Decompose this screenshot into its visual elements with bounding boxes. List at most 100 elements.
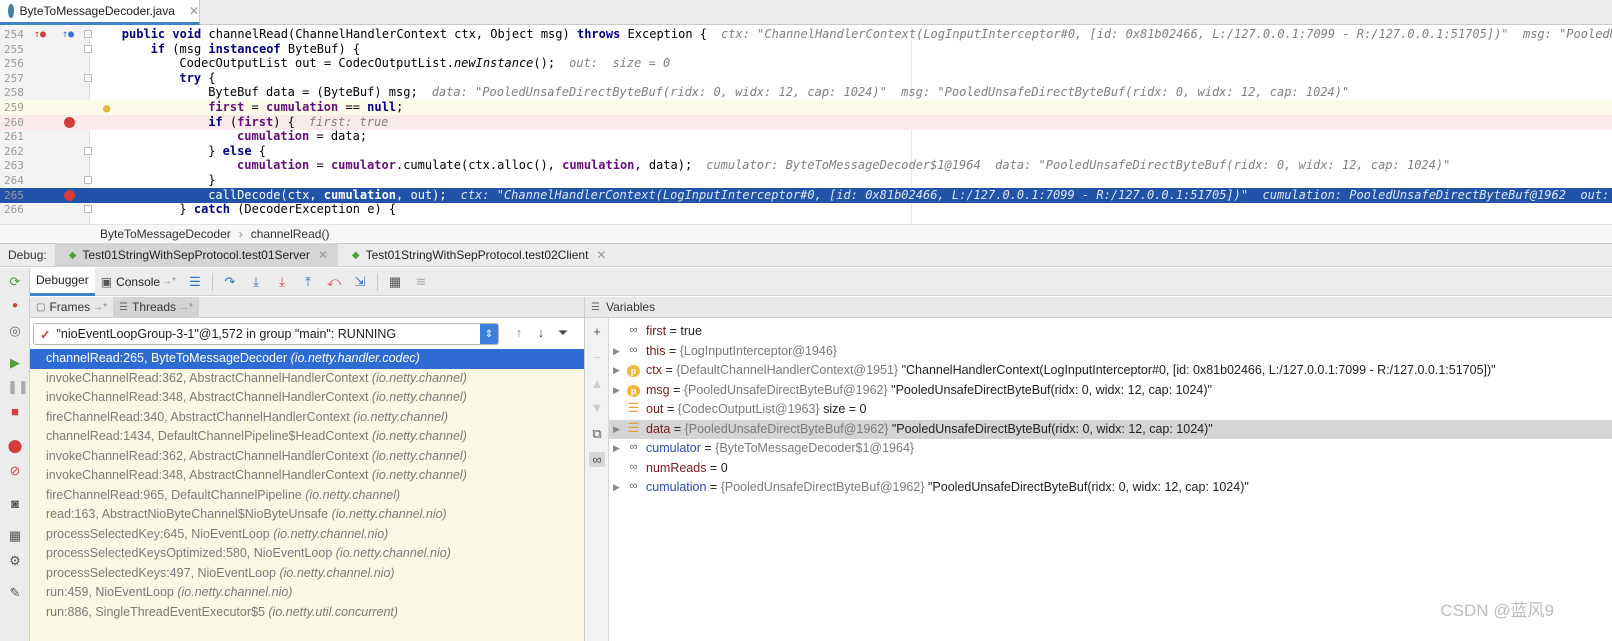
drop-frame-icon[interactable]: ⤺ — [323, 271, 345, 293]
stack-frame[interactable]: processSelectedKeysOptimized:580, NioEve… — [30, 544, 584, 564]
code-editor[interactable]: 254 ↑● ↑● public void channelRead(ChannelHa… — [0, 26, 1612, 224]
pin-icon[interactable]: ✎ — [7, 585, 23, 601]
variable-row[interactable]: ▶ ∞ this = {LogInputInterceptor@1946} — [609, 342, 1612, 362]
stack-frame[interactable]: invokeChannelRead:362, AbstractChannelHa… — [30, 369, 584, 389]
code-line[interactable]: 260 if (first) {first: true — [0, 114, 1612, 130]
variable-row[interactable]: ▶ ∞ cumulator = {ByteToMessageDecoder$1@19… — [609, 439, 1612, 459]
stack-frame[interactable]: run:886, SingleThreadEventExecutor$5 (io… — [30, 603, 584, 623]
stack-frame[interactable]: invokeChannelRead:362, AbstractChannelHa… — [30, 447, 584, 467]
stop-process-icon[interactable]: ● — [7, 298, 23, 314]
variable-row[interactable]: ▶ p ctx = {DefaultChannelHandlerContext@19… — [609, 361, 1612, 381]
tab-console[interactable]: ▣ Console →* — [95, 268, 182, 296]
fold-marker-icon[interactable] — [84, 176, 92, 184]
stack-frame[interactable]: invokeChannelRead:348, AbstractChannelHa… — [30, 388, 584, 408]
fold-marker-icon[interactable] — [84, 205, 92, 214]
expand-arrow-icon[interactable]: ▶ — [613, 361, 620, 381]
arrow-up-icon[interactable]: ↑ — [508, 325, 530, 341]
stack-frame[interactable]: channelRead:1434, DefaultChannelPipeline… — [30, 427, 584, 447]
breadcrumb-method[interactable]: channelRead() — [251, 227, 330, 241]
stack-frame[interactable]: processSelectedKeys:497, NioEventLoop (i… — [30, 564, 584, 584]
run-to-cursor-icon[interactable]: ⇲ — [349, 271, 371, 293]
tab-frames[interactable]: ▢ Frames →* — [30, 297, 113, 318]
expand-arrow-icon[interactable]: ▶ — [613, 420, 620, 440]
breakpoint-icon[interactable] — [64, 189, 75, 201]
code-line[interactable]: 254 ↑● ↑● public void channelRead(ChannelHa… — [0, 27, 1612, 42]
fold-marker-icon[interactable] — [84, 30, 92, 38]
close-icon[interactable]: ✕ — [596, 248, 606, 262]
rerun-icon[interactable]: ⟳ — [7, 274, 23, 290]
mute-breakpoints-icon[interactable]: ⊘ — [7, 463, 23, 479]
arrow-down-icon[interactable]: ↓ — [530, 325, 552, 341]
variables-list: ∞ first = true ▶ ∞ this = {LogInputIntercept… — [609, 322, 1612, 498]
breadcrumb-class[interactable]: ByteToMessageDecoder — [100, 227, 231, 241]
stack-frame[interactable]: invokeChannelRead:348, AbstractChannelHa… — [30, 466, 584, 486]
fold-marker-icon[interactable] — [84, 44, 92, 53]
expand-arrow-icon[interactable]: ▶ — [613, 478, 620, 498]
tab-debugger[interactable]: Debugger — [30, 267, 95, 296]
stack-frame[interactable]: run:459, NioEventLoop (io.netty.channel.… — [30, 583, 584, 603]
stack-frame[interactable]: fireChannelRead:965, DefaultChannelPipel… — [30, 486, 584, 506]
watches-toggle-icon[interactable]: ∞ — [589, 452, 605, 467]
session-tab-client[interactable]: ◆ Test01StringWithSepProtocol.test02Clie… — [338, 243, 617, 267]
resume-icon[interactable]: ▶ — [7, 355, 23, 371]
code-line[interactable]: 257 try { — [0, 71, 1612, 86]
variable-row[interactable]: ▶ p msg = {PooledUnsafeDirectByteBuf@1962}… — [609, 381, 1612, 401]
restore-layout-icon[interactable]: ◎ — [7, 323, 23, 339]
chevron-updown-icon[interactable]: ⇕ — [480, 324, 498, 344]
pause-icon[interactable]: ❚❚ — [7, 379, 29, 395]
gear-icon[interactable]: ⚙ — [7, 553, 23, 569]
stack-frame[interactable]: read:163, AbstractNioByteChannel$NioByte… — [30, 505, 584, 525]
code-line[interactable]: 264} — [0, 173, 1612, 188]
code-line[interactable]: 265 callDecode(ctx, cumulation, out); ctx:… — [0, 187, 1612, 203]
variable-row[interactable]: ▶ ☰ data = {PooledUnsafeDirectByteBuf@1962… — [609, 419, 1612, 440]
expand-arrow-icon[interactable]: ▶ — [613, 381, 620, 401]
close-icon[interactable]: ✕ — [189, 4, 199, 18]
code-line[interactable]: 261 cumulation = data; — [0, 129, 1612, 144]
code-line[interactable]: 258 ByteBuf data = (ByteBuf) msg; data: "P… — [0, 85, 1612, 100]
force-step-into-icon[interactable]: ⤓ — [271, 271, 293, 293]
copy-icon[interactable]: ⧉ — [589, 426, 605, 442]
pin-tab-icon: →* — [93, 301, 108, 313]
stack-frame[interactable]: fireChannelRead:340, AbstractChannelHand… — [30, 408, 584, 428]
code-line[interactable]: 259 ● first = cumulation == null; — [0, 100, 1612, 115]
implements-icon[interactable]: ↑● — [62, 27, 74, 42]
trace-stream-icon[interactable]: ≋ — [410, 271, 432, 293]
view-breakpoints-icon[interactable]: ⬤ — [7, 438, 23, 454]
stack-frame[interactable]: channelRead:265, ByteToMessageDecoder (i… — [30, 349, 584, 369]
add-watch-icon[interactable]: + — [589, 324, 605, 339]
step-over-icon[interactable]: ↷ — [219, 271, 241, 293]
evaluate-expression-icon[interactable]: ▦ — [384, 271, 406, 293]
close-icon[interactable]: ✕ — [318, 248, 328, 262]
variable-row[interactable]: ∞ first = true — [609, 322, 1612, 342]
stack-frame[interactable]: processSelectedKey:645, NioEventLoop (io… — [30, 525, 584, 545]
layout-icon[interactable]: ▦ — [7, 528, 23, 544]
move-down-icon[interactable]: ▼ — [589, 400, 605, 415]
move-up-icon[interactable]: ▲ — [589, 376, 605, 391]
step-into-icon[interactable]: ⤓ — [245, 271, 267, 293]
session-tab-server[interactable]: ◆ Test01StringWithSepProtocol.test01Serv… — [54, 243, 338, 267]
filter-icon[interactable]: ⏷ — [552, 325, 574, 341]
camera-icon[interactable]: ◙ — [7, 496, 23, 512]
stop-icon[interactable]: ■ — [7, 404, 23, 420]
fold-marker-icon[interactable] — [84, 73, 92, 82]
tab-threads[interactable]: ☰ Threads →* — [113, 296, 199, 318]
thread-selector[interactable]: ✓ "nioEventLoopGroup-3-1"@1,572 in group… — [33, 323, 499, 345]
variable-row[interactable]: ▶ ∞ cumulation = {PooledUnsafeDirectByteBu… — [609, 478, 1612, 498]
code-line[interactable]: 262} else { — [0, 144, 1612, 159]
overrides-icon[interactable]: ↑● — [34, 27, 46, 42]
code-line[interactable]: 255 if (msg instanceof ByteBuf) { — [0, 42, 1612, 57]
code-line[interactable]: 256 CodecOutputList out = CodecOutputList… — [0, 56, 1612, 71]
expand-arrow-icon[interactable]: ▶ — [613, 439, 620, 459]
step-out-icon[interactable]: ⤒ — [297, 271, 319, 293]
menu-icon[interactable]: ☰ — [184, 271, 206, 293]
remove-watch-icon[interactable]: − — [589, 350, 605, 365]
variable-row[interactable]: ∞ numReads = 0 — [609, 459, 1612, 479]
expand-arrow-icon[interactable]: ▶ — [613, 342, 620, 362]
code-line[interactable]: 263 cumulation = cumulator.cumulate(ctx.a… — [0, 158, 1612, 173]
code-line[interactable]: 266} catch (DecoderException e) { — [0, 202, 1612, 217]
editor-tab-bytetomessagedecoder[interactable]: ByteToMessageDecoder.java ✕ — [0, 0, 200, 25]
fold-marker-icon[interactable] — [84, 146, 92, 155]
frame-package: (io.netty.channel.nio) — [177, 585, 293, 599]
breakpoint-icon[interactable] — [64, 116, 75, 128]
variable-row[interactable]: ☰ out = {CodecOutputList@1963} size = 0 — [609, 400, 1612, 420]
